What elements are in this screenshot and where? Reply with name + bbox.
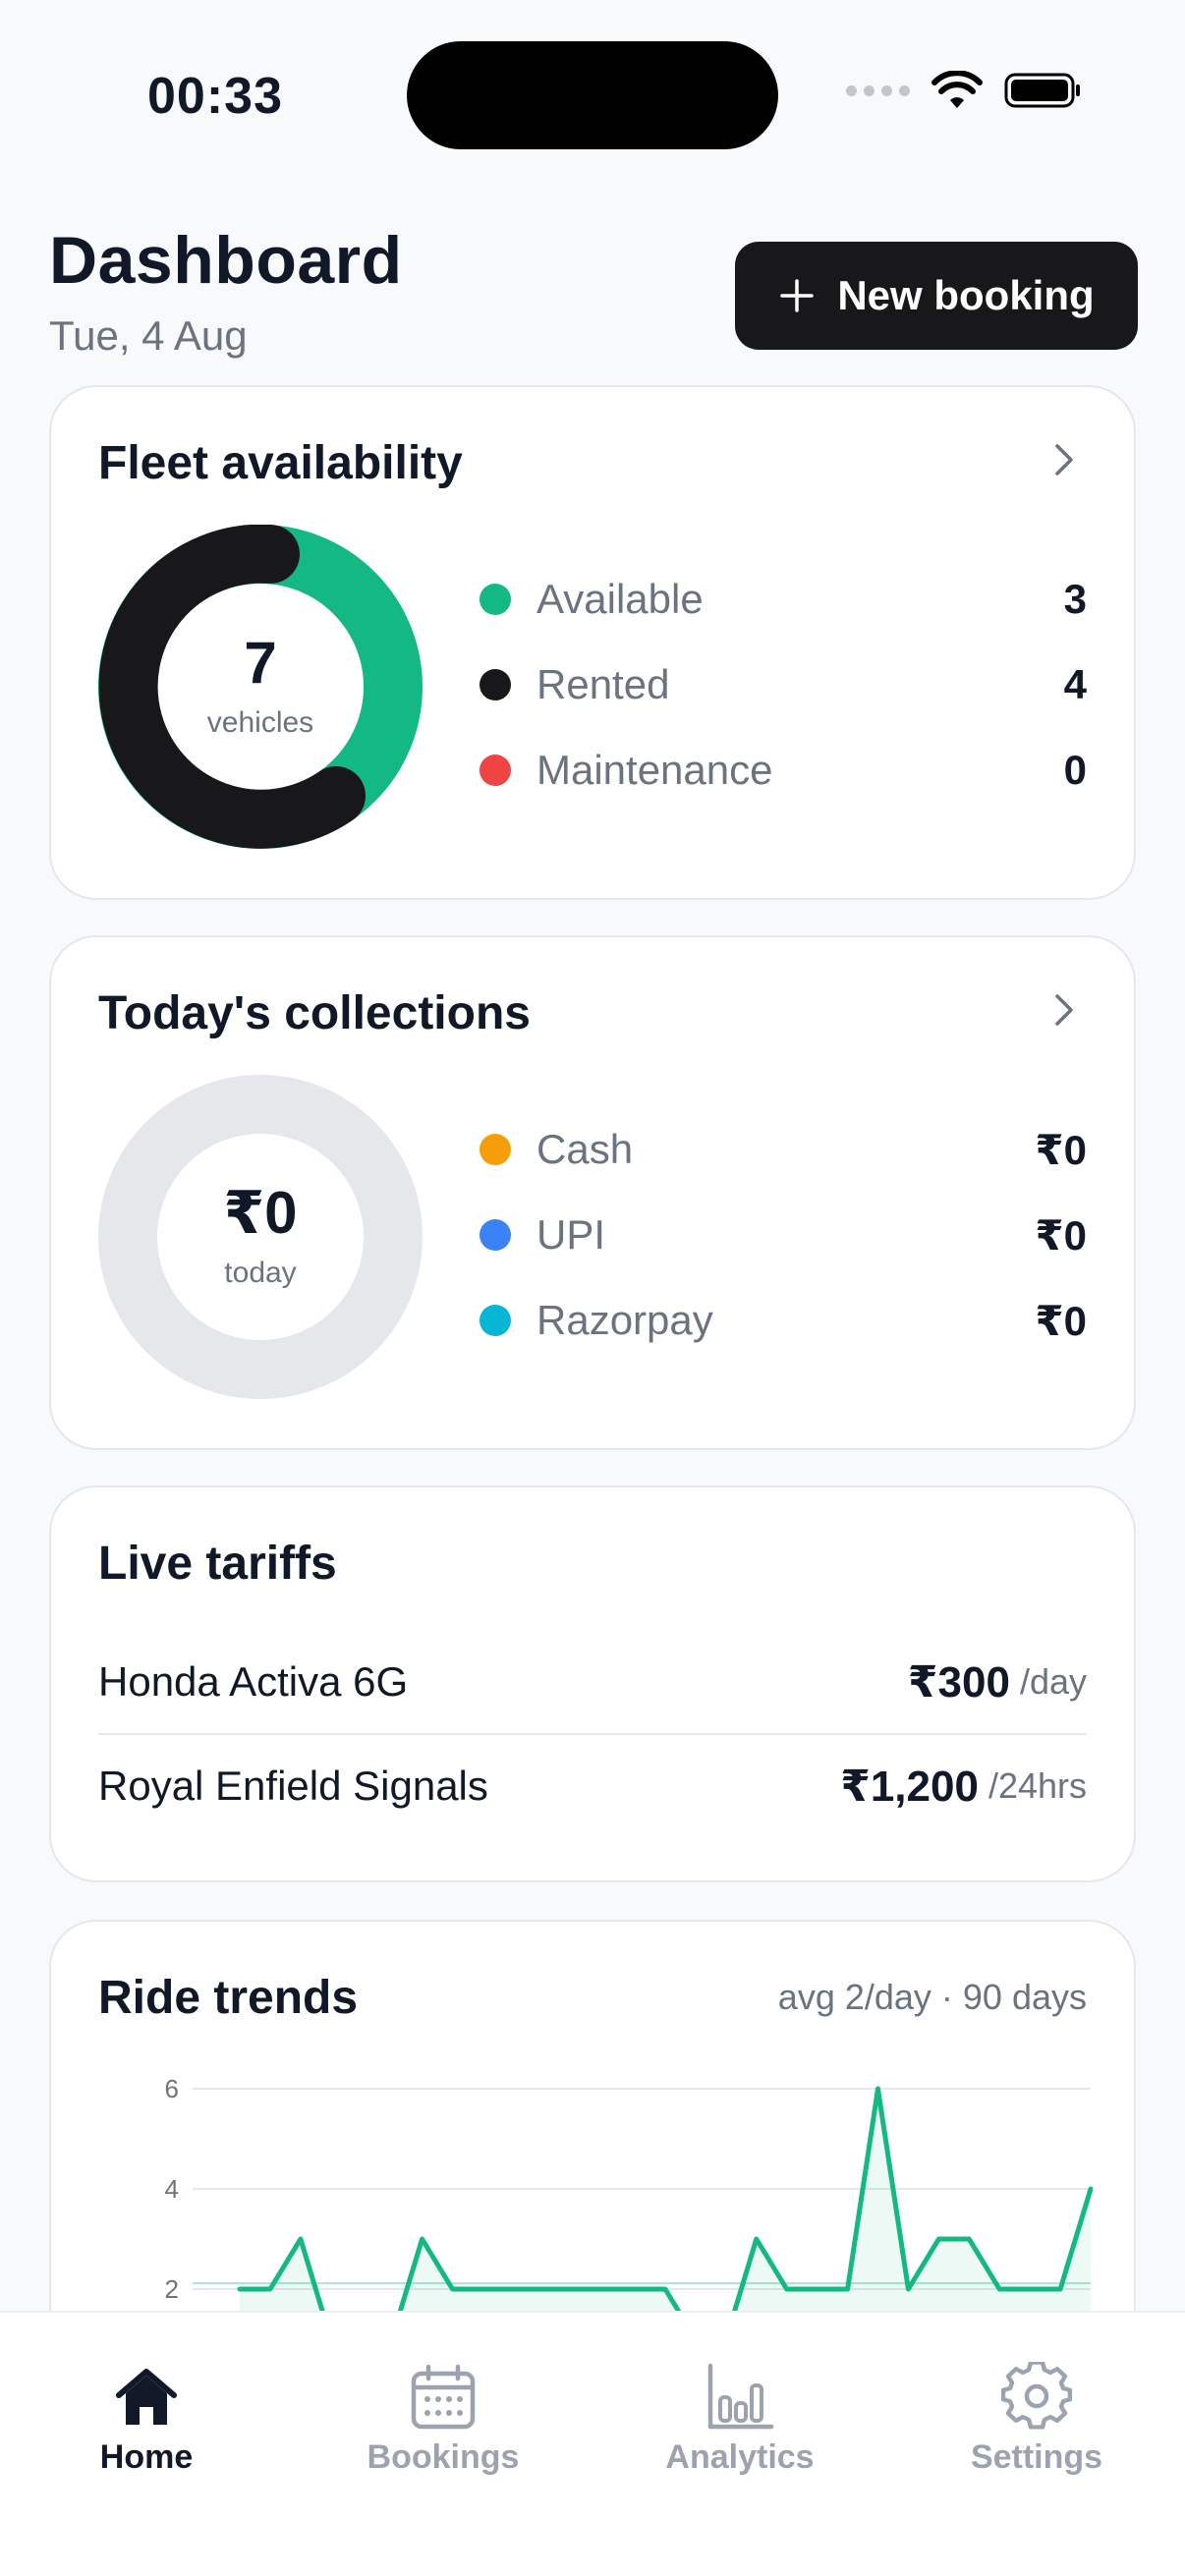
wifi-icon [931,71,983,108]
collections-total: ₹0 [223,1180,298,1246]
fleet-total-caption: vehicles [206,706,314,739]
legend-label: Cash [536,1126,634,1172]
legend-row-razorpay: Razorpay ₹0 [480,1291,1087,1350]
bar-chart-icon [707,2363,774,2430]
tariff-price: ₹1,200 [840,1762,979,1811]
new-booking-button[interactable]: New booking [735,242,1138,350]
legend-row-maintenance: Maintenance 0 [480,741,1087,800]
page-title: Dashboard [49,223,403,298]
tab-analytics[interactable]: Analytics [622,2362,858,2477]
y-tick-label: 4 [165,2174,179,2204]
legend-row-cash: Cash ₹0 [480,1120,1087,1179]
legend-label: Rented [536,661,670,707]
card-title: Live tariffs [98,1538,337,1590]
card-title: Fleet availability [98,437,463,489]
legend-row-rented: Rented 4 [480,655,1087,714]
page-date: Tue, 4 Aug [49,312,248,359]
battery-icon [1004,73,1080,108]
tab-label: Settings [970,2438,1103,2476]
status-icons [846,71,1083,110]
legend-row-available: Available 3 [480,570,1087,629]
tab-bar: Home Bookings Analytics Settings [0,2311,1185,2576]
legend-label: Available [536,576,704,622]
tariff-price: ₹300 [907,1657,1010,1707]
upi-dot [480,1219,511,1251]
legend-label: Razorpay [536,1297,713,1343]
tab-label: Home [99,2438,194,2476]
tab-settings[interactable]: Settings [919,2362,1155,2477]
tab-bookings[interactable]: Bookings [325,2362,561,2477]
chevron-right-icon[interactable] [1049,988,1079,1032]
collections-card[interactable]: Today's collections ₹0 today Cash ₹0 UPI… [49,935,1136,1450]
plus-icon [780,279,815,312]
legend-value: ₹0 [1035,1297,1087,1344]
legend-value: 3 [1063,576,1087,622]
home-icon [116,2369,177,2425]
gear-icon [1001,2362,1072,2430]
y-tick-label: 2 [165,2274,179,2304]
dynamic-island [407,41,778,149]
status-time: 00:33 [147,68,283,125]
tab-home[interactable]: Home [28,2362,264,2477]
tab-label: Analytics [665,2438,815,2476]
collections-total-caption: today [224,1257,297,1289]
maintenance-dot [480,755,511,786]
chevron-right-icon[interactable] [1049,438,1079,481]
card-title: Today's collections [98,987,531,1039]
tariff-row[interactable]: Royal Enfield Signals ₹1,200 /24hrs [98,1735,1087,1837]
new-booking-label: New booking [837,272,1095,318]
cash-dot [480,1134,511,1165]
legend-row-upi: UPI ₹0 [480,1205,1087,1264]
fleet-total: 7 [244,630,277,696]
screen: 00:33 Dashboard Tue, 4 Aug New booking F… [0,0,1185,2576]
rented-dot [480,669,511,700]
tariff-vehicle-name: Honda Activa 6G [98,1658,409,1705]
collections-donut-center: ₹0 today [98,1075,423,1399]
legend-label: Maintenance [536,747,773,793]
legend-value: ₹0 [1035,1126,1087,1173]
legend-value: 4 [1063,661,1087,707]
legend-value: 0 [1063,747,1087,793]
tab-label: Bookings [367,2438,520,2476]
tariff-row[interactable]: Honda Activa 6G ₹300 /day [98,1631,1087,1733]
fleet-availability-card[interactable]: Fleet availability 7 vehicles Available … [49,385,1136,900]
razorpay-dot [480,1305,511,1336]
tariff-unit: /day [1019,1661,1087,1702]
calendar-icon [411,2364,476,2430]
cellular-signal-icon [846,84,910,96]
y-tick-label: 6 [165,2074,179,2103]
tariff-vehicle-name: Royal Enfield Signals [98,1763,488,1809]
available-dot [480,584,511,615]
tariff-unit: /24hrs [988,1765,1087,1806]
fleet-donut-center: 7 vehicles [98,525,423,849]
live-tariffs-card: Live tariffs Honda Activa 6G ₹300 /day R… [49,1485,1136,1882]
legend-label: UPI [536,1211,606,1258]
legend-value: ₹0 [1035,1211,1087,1259]
